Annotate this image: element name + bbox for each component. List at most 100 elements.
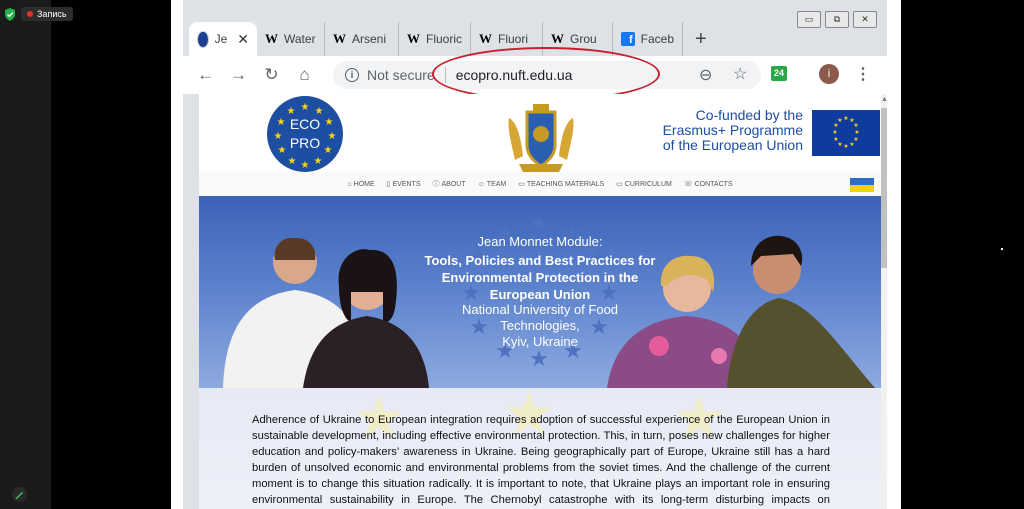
svg-text:★: ★ (832, 129, 837, 136)
reload-icon[interactable]: ↻ (255, 65, 288, 85)
tab-label: Je (214, 32, 228, 46)
nav-label: HOME (353, 180, 375, 188)
hero-body-line: Kyiv, Ukraine (502, 334, 578, 349)
hero-body: National University of Food Technologies… (425, 302, 655, 350)
nav-curriculum[interactable]: ▭ CURRICULUM (616, 180, 672, 189)
record-pill[interactable]: Запись (21, 7, 73, 21)
facebook-icon: f (621, 32, 635, 46)
phone-icon: ☏ (683, 181, 693, 188)
svg-text:★: ★ (314, 156, 323, 167)
svg-text:★: ★ (833, 136, 838, 143)
tab-close-icon[interactable]: ✕ (237, 31, 249, 48)
minimize-icon: ▭ (804, 14, 814, 24)
eu-circle-icon (197, 30, 209, 48)
back-icon[interactable]: ← (189, 65, 222, 85)
nav-home[interactable]: ⌂ HOME (347, 181, 374, 188)
nav-label: CONTACTS (694, 180, 733, 188)
web-page: ★ ★ ★ ★ ★ ★ ★ ★ ★ ★ ★ ★ ECO PRO Co-funde… (199, 94, 881, 509)
cofunded-line: Erasmus+ Programme (662, 122, 803, 138)
intro-paragraph: Adherence of Ukraine to European integra… (252, 414, 830, 506)
hero-subtitle: Jean Monnet Module: (477, 234, 603, 249)
svg-text:★: ★ (843, 115, 848, 122)
scroll-up-icon[interactable]: ▲ (881, 96, 888, 103)
eco-logo-top: ECO (289, 116, 321, 132)
ecopro-logo: ★ ★ ★ ★ ★ ★ ★ ★ ★ ★ ★ ★ ECO PRO (267, 96, 343, 172)
meeting-sidebar: Запись (0, 0, 73, 509)
svg-text:★: ★ (301, 160, 310, 171)
university-coat-of-arms-icon (508, 104, 574, 172)
tab-label: Fluoric (426, 32, 463, 46)
close-window-button[interactable]: ✕ (853, 11, 877, 28)
shared-screen: ▭ ⧉ ✕ Je ✕ W Water W Arseni W Fluoric W … (171, 0, 901, 509)
nav-label: TEACHING MATERIALS (526, 180, 605, 188)
wikipedia-icon: W (333, 31, 346, 46)
extension-badge[interactable]: 24 (771, 66, 787, 81)
tab-label: Grou (570, 32, 597, 46)
zoom-icon[interactable]: ⊖ (699, 65, 712, 85)
profile-avatar[interactable]: i (819, 64, 839, 84)
nav-teaching-materials[interactable]: ▭ TEACHING MATERIALS (518, 180, 605, 189)
tab-active[interactable]: Je ✕ (189, 22, 257, 56)
nav-events[interactable]: ▯ EVENTS (386, 180, 421, 189)
nav-contacts[interactable]: ☏ CONTACTS (683, 180, 733, 189)
new-tab-icon[interactable]: + (695, 28, 707, 51)
tab-facebook[interactable]: f Faceb (613, 22, 683, 56)
nav-label: CURRICULUM (624, 180, 672, 188)
close-icon: ✕ (861, 14, 869, 24)
wikipedia-icon: W (551, 31, 564, 46)
info-icon[interactable]: i (345, 68, 359, 82)
bookmark-star-icon[interactable]: ☆ (733, 64, 747, 84)
tab-label: Fluori (498, 32, 529, 46)
stray-dot (1001, 248, 1003, 250)
eu-flag-icon: ★ ★★ ★★★ ★★★ ★★★ (812, 110, 880, 156)
svg-text:★: ★ (529, 210, 549, 235)
hero-title-line: European Union (489, 287, 591, 302)
folder-icon: ▭ (616, 181, 623, 188)
pen-icon (15, 492, 23, 500)
tab-label: Arseni (352, 32, 387, 46)
nav-about[interactable]: ⓘ ABOUT (433, 179, 466, 189)
security-label: Not secure (367, 67, 435, 83)
eco-logo-bottom: PRO (289, 135, 321, 151)
annotate-pen-button[interactable] (12, 487, 27, 502)
svg-text:★: ★ (837, 117, 842, 124)
tab-water[interactable]: W Water (257, 22, 325, 56)
window-controls: ▭ ⧉ ✕ (797, 11, 877, 28)
url-highlight-annotation (432, 47, 660, 101)
tab-fluoride-1[interactable]: W Fluoric (399, 22, 471, 56)
hero-title-line: Tools, Policies and Best Practices for (424, 253, 656, 268)
tab-arsenic[interactable]: W Arseni (325, 22, 399, 56)
browser-window: ▭ ⧉ ✕ Je ✕ W Water W Arseni W Fluoric W … (183, 0, 888, 509)
intro-section: ★ ★ ★ Adherence of Ukraine to European int… (199, 388, 881, 509)
minimize-button[interactable]: ▭ (797, 11, 821, 28)
cofunded-line: of the European Union (662, 137, 803, 153)
ukraine-flag-icon[interactable] (850, 178, 874, 192)
svg-text:★: ★ (301, 102, 310, 113)
bookmark-icon: ▯ (386, 181, 391, 188)
nav-label: EVENTS (392, 180, 421, 188)
scroll-thumb[interactable] (881, 108, 887, 268)
svg-text:★: ★ (849, 141, 854, 148)
forward-icon[interactable]: → (222, 65, 255, 85)
wikipedia-icon: W (479, 31, 492, 46)
info-icon: ⓘ (432, 181, 440, 188)
shield-icon (5, 7, 15, 21)
hero-body-line: Technologies, (500, 318, 580, 333)
page-scrollbar[interactable]: ▲ (881, 94, 888, 509)
tab-strip: Je ✕ W Water W Arseni W Fluoric W Fluori… (189, 22, 707, 56)
recording-indicator: Запись (4, 7, 73, 21)
home-icon[interactable]: ⌂ (288, 65, 321, 85)
nav-team[interactable]: ☺ TEAM (478, 181, 507, 188)
svg-text:★: ★ (854, 129, 859, 136)
restore-button[interactable]: ⧉ (825, 11, 849, 28)
record-dot-icon (27, 11, 33, 17)
wikipedia-icon: W (407, 31, 420, 46)
record-label: Запись (37, 9, 67, 19)
cofunded-text: Co-funded by the Erasmus+ Programme of t… (637, 108, 803, 153)
hero-title-line: Environmental Protection in the (441, 270, 639, 285)
hero-banner: ★ ★ ★ ★ ★ ★ ★ ★ ★ ★ ★ ★ Jean Monnet Modu… (199, 196, 881, 388)
menu-dots-icon[interactable]: ⋮ (855, 64, 871, 84)
cofunded-line: Co-funded by the (695, 107, 803, 123)
nav-label: ABOUT (441, 180, 466, 188)
star-ring-icon: ★ ★ ★ ★ ★ ★ ★ ★ ★ ★ ★ ★ (274, 102, 337, 171)
